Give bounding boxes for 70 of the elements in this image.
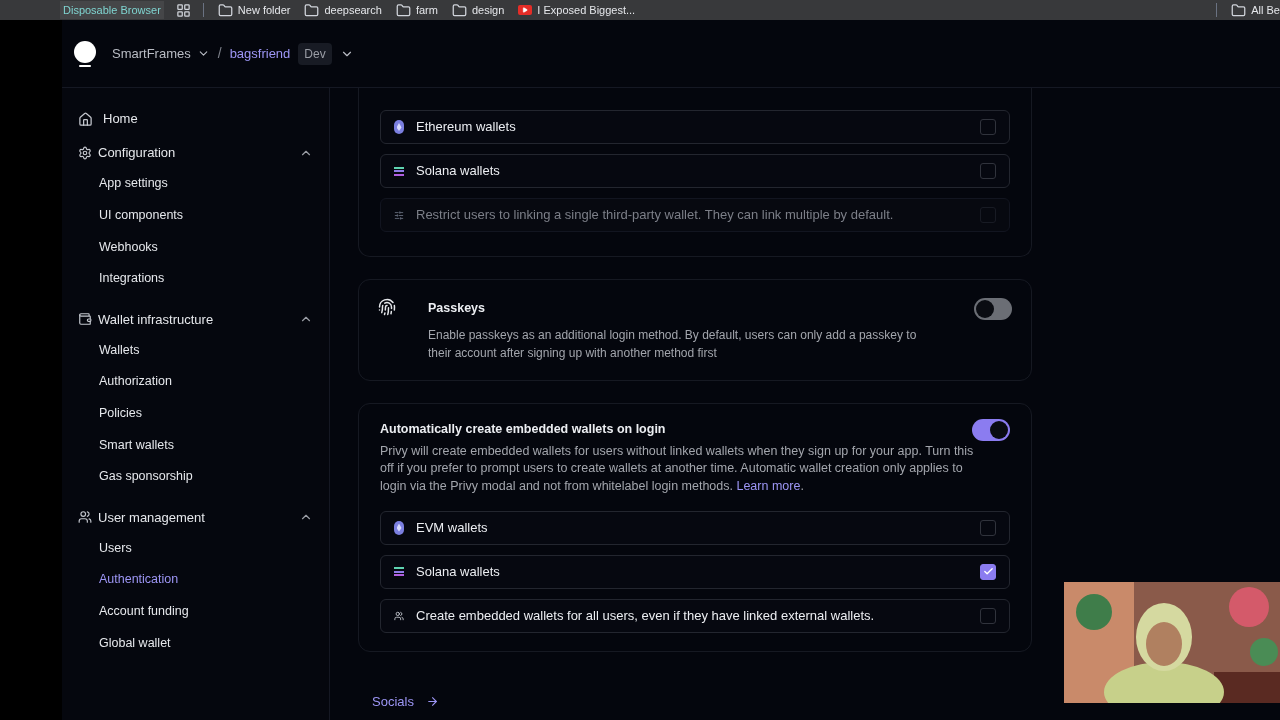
nav-item[interactable]: Smart wallets (78, 429, 313, 461)
checkbox[interactable] (980, 519, 996, 536)
logo-icon (74, 40, 96, 67)
sliders-icon (394, 208, 404, 222)
gear-icon (78, 146, 92, 160)
nav-section[interactable]: Configuration (78, 138, 313, 168)
checkbox[interactable] (980, 563, 996, 580)
users-icon (78, 510, 92, 525)
card-title: Automatically create embedded wallets on login (380, 421, 666, 439)
nav-item[interactable]: Account funding (78, 595, 313, 628)
arrow-right-icon (425, 694, 439, 708)
option-label: Solana wallets (416, 162, 501, 181)
toggle-switch[interactable] (972, 418, 1010, 441)
folder-icon (217, 2, 233, 18)
option-row[interactable]: Solana wallets (380, 154, 1010, 188)
solana-icon (394, 567, 404, 577)
nav-item[interactable]: Home (78, 104, 313, 134)
nav-item[interactable]: Wallets (78, 334, 313, 366)
ethereum-icon (394, 120, 404, 134)
bookmark[interactable]: I Exposed Biggest... (518, 1, 636, 19)
nav-item[interactable]: UI components (78, 199, 313, 232)
option-row[interactable]: EVM wallets (380, 510, 1010, 545)
bookmark[interactable]: design (451, 1, 505, 19)
nav-item[interactable]: App settings (78, 168, 313, 200)
card-description: Enable passkeys as an additional login method. By default, users can only add a passkey to their account after signing up with another method first (428, 326, 918, 362)
option-label: Ethereum wallets (416, 118, 517, 137)
home-icon (78, 111, 93, 127)
option-label: Solana wallets (416, 562, 501, 581)
breadcrumb-separator: / (217, 44, 222, 63)
option-label: EVM wallets (416, 518, 489, 537)
card-title: Passkeys (428, 300, 486, 317)
socials-link[interactable]: Socials (372, 691, 1032, 712)
nav-section[interactable]: User management (78, 502, 313, 533)
toggle-switch[interactable] (974, 298, 1012, 320)
folder-icon (451, 2, 467, 18)
bookmark[interactable]: farm (395, 1, 438, 19)
wallet-icon (78, 312, 92, 327)
nav-item[interactable]: Global wallet (78, 627, 313, 659)
card-description: Privy will create embedded wallets for users without linked wallets when they sign up for your app. Turn this off if you prefer to prompt users to create wallets at another time. Automatic wallet creation only applies to login via the Privy modal and not from whitelabel login methods. Learn more. (380, 442, 975, 495)
checkbox[interactable] (980, 607, 996, 624)
ethereum-icon (394, 520, 404, 535)
apps-icon[interactable] (175, 2, 191, 18)
option-label: Create embedded wallets for all users, even if they have linked external wallets. (416, 606, 876, 625)
org-selector[interactable]: SmartFrames (112, 43, 210, 64)
option-row[interactable]: Create embedded wallets for all users, even if they have linked external wallets. (380, 598, 1010, 633)
play-icon (518, 5, 533, 15)
project-name[interactable]: bagsfriend (229, 43, 291, 64)
folder-icon (1231, 2, 1247, 18)
nav-section[interactable]: Wallet infrastructure (78, 304, 313, 335)
folder-icon (395, 2, 411, 18)
bookmark[interactable]: deepsearch (304, 1, 382, 19)
nav-item[interactable]: Authentication (78, 563, 313, 596)
solana-icon (394, 166, 404, 176)
folder-icon (304, 2, 320, 18)
bookmark[interactable]: New folder (217, 1, 291, 19)
nav-item[interactable]: Gas sponsorship (78, 460, 313, 493)
nav-item[interactable]: Users (78, 532, 313, 564)
environment-badge: Dev (298, 42, 332, 65)
app-label: Disposable Browser (60, 1, 164, 19)
checkbox[interactable] (980, 119, 996, 135)
nav-item[interactable]: Webhooks (78, 231, 313, 263)
bookmark[interactable]: All Be (1231, 1, 1280, 19)
nav-item[interactable]: Authorization (78, 365, 313, 398)
nav-item[interactable]: Integrations (78, 262, 313, 295)
option-label: Restrict users to linking a single third-party wallet. They can link multiple by default. (416, 206, 895, 225)
option-row[interactable]: Ethereum wallets (380, 110, 1010, 144)
option-row[interactable]: Solana wallets (380, 554, 1010, 589)
nav-item[interactable]: Policies (78, 397, 313, 430)
fingerprint-icon (378, 298, 396, 316)
checkbox[interactable] (980, 163, 996, 179)
